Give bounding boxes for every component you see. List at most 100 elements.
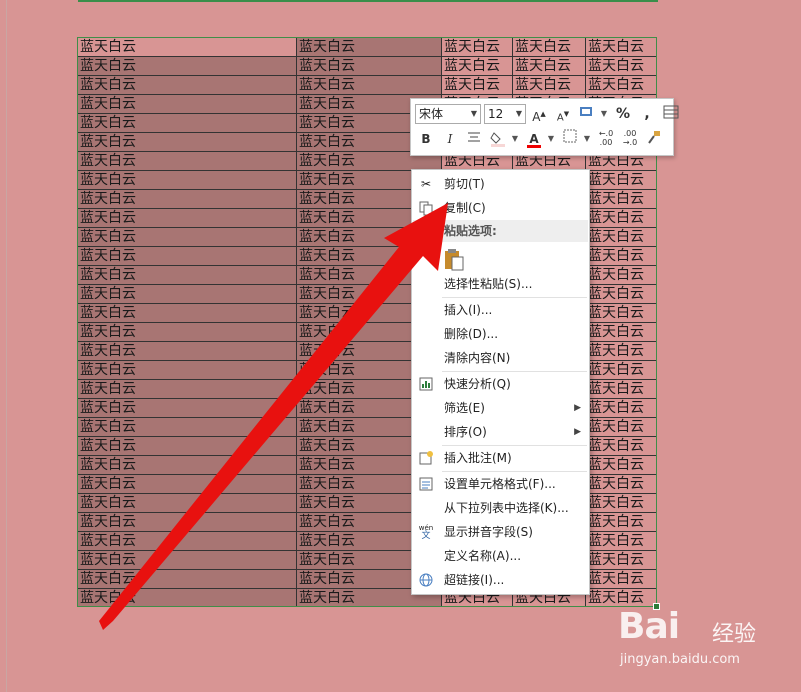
table-row[interactable]: 蓝天白云蓝天白云蓝天白云蓝天白云蓝天白云 — [78, 76, 656, 95]
table-cell[interactable]: 蓝天白云 — [586, 437, 656, 456]
table-cell[interactable]: 蓝天白云 — [586, 399, 656, 418]
table-cell[interactable]: 蓝天白云 — [78, 38, 297, 57]
menu-item-copy[interactable]: 复制(C) — [412, 196, 589, 220]
table-cell[interactable]: 蓝天白云 — [297, 57, 442, 76]
table-cell[interactable]: 蓝天白云 — [78, 570, 297, 589]
format-table-icon[interactable] — [660, 104, 682, 124]
table-cell[interactable]: 蓝天白云 — [586, 76, 656, 95]
menu-item-insert[interactable]: 插入(I)... — [412, 298, 589, 322]
menu-item-hyperlink[interactable]: 超链接(I)... — [412, 568, 589, 592]
table-cell[interactable]: 蓝天白云 — [78, 437, 297, 456]
menu-item-filter[interactable]: 筛选(E) ▶ — [412, 396, 589, 420]
menu-item-define-name[interactable]: 定义名称(A)... — [412, 544, 589, 568]
table-row[interactable]: 蓝天白云蓝天白云蓝天白云蓝天白云蓝天白云 — [78, 57, 656, 76]
table-cell[interactable]: 蓝天白云 — [586, 494, 656, 513]
table-cell[interactable]: 蓝天白云 — [586, 285, 656, 304]
table-cell[interactable]: 蓝天白云 — [442, 76, 513, 95]
chevron-down-icon[interactable]: ▼ — [545, 129, 557, 149]
borders-icon[interactable] — [559, 129, 581, 149]
table-cell[interactable]: 蓝天白云 — [78, 266, 297, 285]
table-cell[interactable]: 蓝天白云 — [586, 38, 656, 57]
table-cell[interactable]: 蓝天白云 — [586, 247, 656, 266]
table-cell[interactable]: 蓝天白云 — [586, 456, 656, 475]
align-center-icon[interactable] — [463, 129, 485, 149]
table-cell[interactable]: 蓝天白云 — [442, 57, 513, 76]
table-cell[interactable]: 蓝天白云 — [586, 475, 656, 494]
table-cell[interactable]: 蓝天白云 — [78, 133, 297, 152]
menu-item-sort[interactable]: 排序(O) ▶ — [412, 420, 589, 444]
table-cell[interactable]: 蓝天白云 — [78, 76, 297, 95]
comma-style-button[interactable]: , — [636, 104, 658, 124]
table-cell[interactable]: 蓝天白云 — [78, 152, 297, 171]
table-cell[interactable]: 蓝天白云 — [586, 380, 656, 399]
table-cell[interactable]: 蓝天白云 — [586, 570, 656, 589]
table-cell[interactable]: 蓝天白云 — [78, 456, 297, 475]
table-cell[interactable]: 蓝天白云 — [586, 342, 656, 361]
table-cell[interactable]: 蓝天白云 — [586, 266, 656, 285]
table-cell[interactable]: 蓝天白云 — [78, 361, 297, 380]
table-row[interactable]: 蓝天白云蓝天白云蓝天白云蓝天白云蓝天白云 — [78, 38, 656, 57]
table-cell[interactable]: 蓝天白云 — [78, 57, 297, 76]
table-cell[interactable]: 蓝天白云 — [78, 532, 297, 551]
table-cell[interactable]: 蓝天白云 — [586, 551, 656, 570]
table-cell[interactable]: 蓝天白云 — [78, 380, 297, 399]
table-cell[interactable]: 蓝天白云 — [78, 342, 297, 361]
menu-item-cut[interactable]: ✂ 剪切(T) — [412, 172, 589, 196]
table-cell[interactable]: 蓝天白云 — [78, 285, 297, 304]
format-painter-icon[interactable] — [643, 129, 665, 149]
bold-button[interactable]: B — [415, 129, 437, 149]
increase-decimal-icon[interactable]: ←.0.00 — [595, 129, 617, 149]
table-cell[interactable]: 蓝天白云 — [78, 589, 297, 606]
table-cell[interactable]: 蓝天白云 — [78, 551, 297, 570]
table-cell[interactable]: 蓝天白云 — [297, 76, 442, 95]
table-cell[interactable]: 蓝天白云 — [586, 171, 656, 190]
italic-button[interactable]: I — [439, 129, 461, 149]
font-color-icon[interactable]: A — [523, 129, 545, 149]
menu-item-show-phonetic[interactable]: wén 文 显示拼音字段(S) — [412, 520, 589, 544]
decrease-font-size-icon[interactable]: A▼ — [552, 104, 574, 124]
table-cell[interactable]: 蓝天白云 — [586, 323, 656, 342]
percent-button[interactable]: % — [612, 104, 634, 124]
table-cell[interactable]: 蓝天白云 — [586, 532, 656, 551]
table-cell[interactable]: 蓝天白云 — [586, 228, 656, 247]
table-cell[interactable]: 蓝天白云 — [586, 418, 656, 437]
table-cell[interactable]: 蓝天白云 — [586, 57, 656, 76]
table-cell[interactable]: 蓝天白云 — [297, 38, 442, 57]
table-cell[interactable]: 蓝天白云 — [78, 323, 297, 342]
number-format-icon[interactable] — [576, 104, 598, 124]
table-cell[interactable]: 蓝天白云 — [78, 209, 297, 228]
table-cell[interactable]: 蓝天白云 — [586, 190, 656, 209]
table-cell[interactable]: 蓝天白云 — [78, 114, 297, 133]
table-cell[interactable]: 蓝天白云 — [78, 228, 297, 247]
menu-item-paste-special[interactable]: 选择性粘贴(S)... — [412, 272, 589, 296]
table-cell[interactable]: 蓝天白云 — [513, 57, 586, 76]
table-cell[interactable]: 蓝天白云 — [586, 209, 656, 228]
table-cell[interactable]: 蓝天白云 — [513, 76, 586, 95]
table-cell[interactable]: 蓝天白云 — [78, 304, 297, 323]
menu-item-pick-from-list[interactable]: 从下拉列表中选择(K)... — [412, 496, 589, 520]
table-cell[interactable]: 蓝天白云 — [78, 494, 297, 513]
table-cell[interactable]: 蓝天白云 — [586, 513, 656, 532]
chevron-down-icon[interactable]: ▼ — [581, 129, 593, 149]
menu-item-clear-contents[interactable]: 清除内容(N) — [412, 346, 589, 370]
increase-font-size-icon[interactable]: A▲ — [528, 104, 550, 124]
chevron-down-icon[interactable]: ▼ — [509, 129, 521, 149]
table-cell[interactable]: 蓝天白云 — [442, 38, 513, 57]
decrease-decimal-icon[interactable]: .00 →.0 — [619, 129, 641, 149]
table-cell[interactable]: 蓝天白云 — [78, 95, 297, 114]
menu-item-delete[interactable]: 删除(D)... — [412, 322, 589, 346]
table-cell[interactable]: 蓝天白云 — [78, 399, 297, 418]
fill-color-icon[interactable] — [487, 129, 509, 149]
font-name-dropdown[interactable]: 宋体 ▼ — [415, 104, 481, 124]
font-size-dropdown[interactable]: 12 ▼ — [484, 104, 526, 124]
table-cell[interactable]: 蓝天白云 — [78, 247, 297, 266]
table-cell[interactable]: 蓝天白云 — [513, 38, 586, 57]
menu-item-format-cells[interactable]: 设置单元格格式(F)... — [412, 472, 589, 496]
table-cell[interactable]: 蓝天白云 — [78, 475, 297, 494]
paste-icon[interactable] — [444, 248, 464, 271]
table-cell[interactable]: 蓝天白云 — [586, 304, 656, 323]
table-cell[interactable]: 蓝天白云 — [78, 513, 297, 532]
chevron-down-icon[interactable]: ▼ — [598, 104, 610, 124]
table-cell[interactable]: 蓝天白云 — [78, 418, 297, 437]
table-cell[interactable]: 蓝天白云 — [586, 361, 656, 380]
